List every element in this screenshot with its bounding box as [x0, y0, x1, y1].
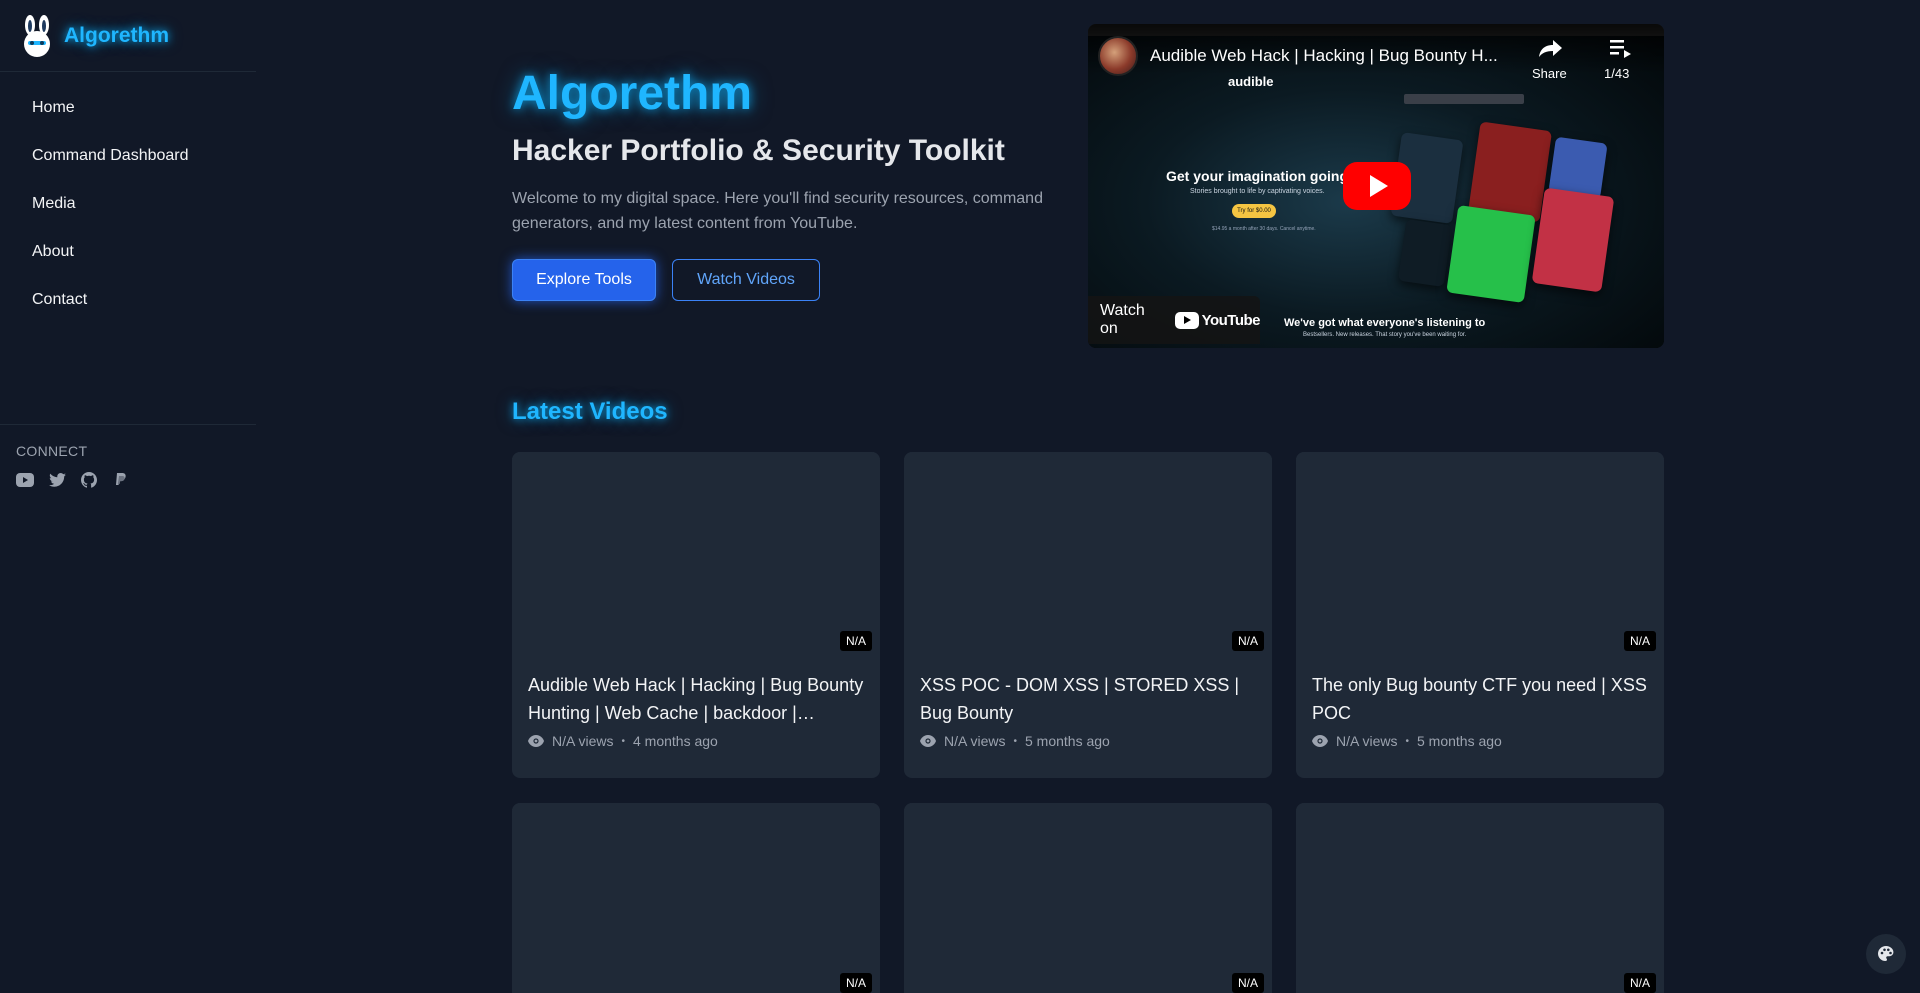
video-title: Audible Web Hack | Hacking | Bug Bounty … — [528, 675, 864, 723]
palette-icon — [1878, 946, 1894, 961]
theme-palette-button[interactable] — [1866, 934, 1906, 974]
view-count: N/A views — [1336, 733, 1398, 749]
brand[interactable]: Algorethm — [0, 0, 256, 72]
embed-video-title[interactable]: Audible Web Hack | Hacking | Bug Bounty … — [1150, 46, 1510, 66]
book-cover — [1397, 219, 1453, 287]
share-label[interactable]: Share — [1532, 66, 1567, 81]
video-thumbnail: N/A — [512, 803, 880, 993]
youtube-logo-icon: YouTube — [1174, 311, 1261, 329]
sidebar-item-media[interactable]: Media — [0, 180, 256, 228]
book-cover — [1446, 205, 1536, 303]
youtube-embed[interactable]: audible Get your imagination going Stori… — [1088, 24, 1664, 348]
meta-separator: • — [621, 735, 625, 747]
rabbit-logo-icon — [24, 14, 50, 57]
connect-section: CONNECT — [0, 425, 256, 507]
paypal-icon[interactable] — [112, 471, 130, 489]
eye-icon — [1312, 735, 1328, 747]
video-thumbnail: N/A — [1296, 452, 1664, 659]
video-meta: N/A views • 5 months ago — [904, 727, 1272, 749]
playlist-count: 1/43 — [1604, 66, 1630, 81]
book-cover — [1531, 187, 1615, 293]
promo-button: Try for $0.00 — [1232, 204, 1276, 218]
share-icon[interactable] — [1538, 38, 1564, 58]
eye-icon — [920, 735, 936, 747]
video-meta: N/A views • 5 months ago — [1296, 727, 1664, 749]
video-card[interactable]: N/A The only Bug bounty CTF you need | X… — [1296, 452, 1664, 778]
embed-search-bar — [1404, 94, 1524, 104]
meta-separator: • — [1405, 735, 1409, 747]
audible-logo: audible — [1228, 74, 1274, 89]
promo-fine-print: $14.95 a month after 30 days. Cancel any… — [1212, 226, 1316, 232]
video-card[interactable]: N/A — [1296, 803, 1664, 993]
video-title: XSS POC - DOM XSS | STORED XSS | Bug Bou… — [920, 675, 1240, 723]
duration-badge: N/A — [839, 973, 872, 993]
hero-subtitle: Hacker Portfolio & Security Toolkit — [512, 134, 1005, 167]
embed-caption-sub: Bestsellers. New releases. That story yo… — [1303, 332, 1467, 338]
duration-badge: N/A — [1623, 631, 1656, 651]
latest-videos-title: Latest Videos — [512, 398, 668, 425]
watch-on-label: Watch on — [1100, 302, 1145, 337]
video-meta: N/A views • 4 months ago — [512, 727, 880, 749]
play-button[interactable] — [1343, 162, 1411, 210]
embed-caption: We've got what everyone's listening to — [1284, 317, 1486, 329]
channel-avatar[interactable] — [1098, 36, 1138, 76]
watch-on-youtube[interactable]: Watch on YouTube — [1088, 296, 1261, 344]
connect-label: CONNECT — [16, 443, 88, 459]
eye-icon — [528, 735, 544, 747]
twitter-icon[interactable] — [48, 471, 66, 489]
hero-description: Welcome to my digital space. Here you'll… — [512, 190, 1043, 232]
video-thumbnail: N/A — [904, 803, 1272, 993]
upload-age: 5 months ago — [1024, 733, 1110, 749]
video-thumbnail: N/A — [904, 452, 1272, 659]
video-card[interactable]: N/A — [904, 803, 1272, 993]
video-title: The only Bug bounty CTF you need | XSS P… — [1312, 675, 1647, 723]
view-count: N/A views — [552, 733, 614, 749]
video-card[interactable]: N/A XSS POC - DOM XSS | STORED XSS | Bug… — [904, 452, 1272, 778]
duration-badge: N/A — [1231, 973, 1264, 993]
sidebar: Algorethm Home Command Dashboard Media A… — [0, 0, 256, 993]
duration-badge: N/A — [839, 631, 872, 651]
youtube-icon[interactable] — [16, 471, 34, 489]
sidebar-item-command-dashboard[interactable]: Command Dashboard — [0, 132, 256, 180]
promo-title: Get your imagination going — [1166, 168, 1348, 184]
sidebar-item-about[interactable]: About — [0, 228, 256, 276]
upload-age: 5 months ago — [1416, 733, 1502, 749]
duration-badge: N/A — [1231, 631, 1264, 651]
meta-separator: • — [1013, 735, 1017, 747]
video-card[interactable]: N/A — [512, 803, 880, 993]
watch-videos-button[interactable]: Watch Videos — [672, 259, 820, 301]
playlist-icon[interactable] — [1610, 38, 1632, 58]
video-card[interactable]: N/A Audible Web Hack | Hacking | Bug Bou… — [512, 452, 880, 778]
hero-title: Algorethm — [512, 67, 752, 120]
upload-age: 4 months ago — [632, 733, 718, 749]
social-links — [16, 471, 240, 489]
view-count: N/A views — [944, 733, 1006, 749]
github-icon[interactable] — [80, 471, 98, 489]
duration-badge: N/A — [1623, 973, 1656, 993]
sidebar-nav: Home Command Dashboard Media About Conta… — [0, 72, 256, 425]
sidebar-item-contact[interactable]: Contact — [0, 276, 256, 324]
explore-tools-button[interactable]: Explore Tools — [512, 259, 656, 301]
brand-name: Algorethm — [64, 23, 169, 47]
video-thumbnail: N/A — [512, 452, 880, 659]
promo-line: Stories brought to life by captivating v… — [1190, 188, 1325, 195]
video-thumbnail: N/A — [1296, 803, 1664, 993]
sidebar-item-home[interactable]: Home — [0, 84, 256, 132]
